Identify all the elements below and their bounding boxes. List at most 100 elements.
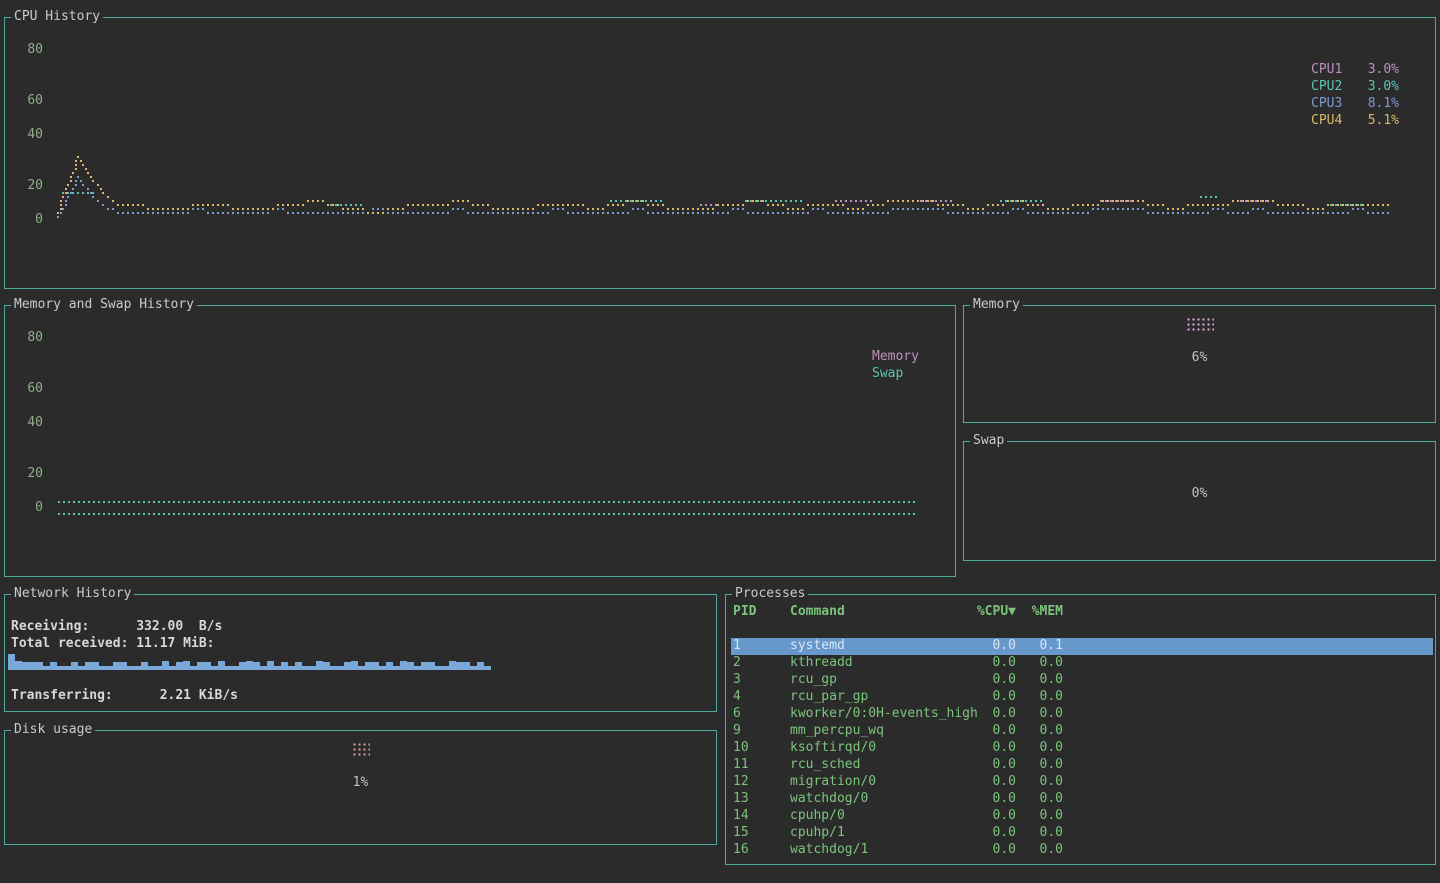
network-sparkline-bar	[183, 661, 190, 670]
process-row[interactable]: 3rcu_gp0.00.0	[731, 672, 1433, 689]
process-pid: 13	[733, 791, 790, 808]
process-row[interactable]: 9mm_percpu_wq0.00.0	[731, 723, 1433, 740]
cpu-legend-item: CPU23.0%	[1311, 78, 1399, 95]
process-mem: 0.1	[1016, 638, 1063, 655]
cpu-legend-label: CPU3	[1311, 95, 1342, 112]
network-sparkline-bar	[246, 661, 253, 670]
y-axis-tick: 60	[11, 382, 43, 396]
cpu-graph-area	[57, 18, 1391, 233]
process-row[interactable]: 11rcu_sched0.00.0	[731, 757, 1433, 774]
process-row[interactable]: 6kworker/0:0H-events_high0.00.0	[731, 706, 1433, 723]
process-row[interactable]: 2kthreadd0.00.0	[731, 655, 1433, 672]
network-sparkline-bar	[99, 666, 106, 670]
memory-gauge-title: Memory	[970, 297, 1023, 312]
process-cpu: 0.0	[975, 791, 1016, 808]
y-axis-tick: 20	[11, 179, 43, 193]
process-row[interactable]: 1systemd0.00.1	[731, 638, 1433, 655]
network-sparkline-bar	[337, 666, 344, 670]
network-sparkline-bar	[442, 666, 449, 670]
process-cpu: 0.0	[975, 808, 1016, 825]
swap-gauge-panel: Swap 0%	[963, 441, 1436, 561]
process-row[interactable]: 14cpuhp/00.00.0	[731, 808, 1433, 825]
network-sparkline-bar	[267, 661, 274, 670]
network-sparkline-bar	[260, 666, 267, 670]
swap-gauge-title: Swap	[970, 433, 1007, 448]
process-mem: 0.0	[1016, 672, 1063, 689]
process-command: mm_percpu_wq	[790, 723, 975, 740]
disk-donut-icon	[352, 742, 370, 756]
process-mem: 0.0	[1016, 791, 1063, 808]
cpu-legend-label: CPU4	[1311, 112, 1342, 129]
network-sparkline-bar	[36, 662, 43, 670]
network-sparkline-bar	[400, 661, 407, 670]
network-sparkline-bar	[435, 666, 442, 670]
memory-legend-label: Swap	[872, 365, 919, 382]
process-pid: 9	[733, 723, 790, 740]
y-axis-tick: 40	[11, 128, 43, 142]
process-mem: 0.0	[1016, 689, 1063, 706]
cpu-legend: CPU13.0%CPU23.0%CPU38.1%CPU45.1%	[1311, 61, 1399, 129]
memory-swap-history-title: Memory and Swap History	[11, 297, 197, 312]
process-cpu: 0.0	[975, 774, 1016, 791]
network-sparkline-bar	[358, 666, 365, 670]
swap-percent: 0%	[964, 486, 1435, 501]
process-pid: 16	[733, 842, 790, 859]
process-row[interactable]: 13watchdog/00.00.0	[731, 791, 1433, 808]
network-sparkline-bar	[428, 662, 435, 670]
memory-percent: 6%	[964, 350, 1435, 365]
network-sparkline-bar	[113, 662, 120, 670]
disk-usage-panel: Disk usage 1%	[4, 730, 717, 845]
network-sparkline-bar	[29, 662, 36, 670]
y-axis-tick: 80	[11, 331, 43, 345]
network-sparkline-bar	[386, 662, 393, 670]
process-row[interactable]: 12migration/00.00.0	[731, 774, 1433, 791]
y-axis-tick: 0	[11, 213, 43, 227]
network-sparkline-bar	[134, 666, 141, 670]
network-sparkline-bar	[85, 662, 92, 670]
column-header-command[interactable]: Command	[790, 604, 975, 621]
process-cpu: 0.0	[975, 638, 1016, 655]
process-pid: 10	[733, 740, 790, 757]
network-sparkline-bar	[344, 662, 351, 670]
cpu-legend-label: CPU1	[1311, 61, 1342, 78]
process-command: rcu_par_gp	[790, 689, 975, 706]
network-sparkline-bar	[372, 662, 379, 670]
network-sparkline-bar	[253, 662, 260, 670]
process-command: kthreadd	[790, 655, 975, 672]
network-sparkline-bar	[295, 662, 302, 670]
processes-title: Processes	[732, 586, 808, 601]
process-cpu: 0.0	[975, 706, 1016, 723]
process-cpu: 0.0	[975, 655, 1016, 672]
memory-swap-history-panel: Memory and Swap History 806040200 Memory…	[4, 305, 956, 577]
process-pid: 15	[733, 825, 790, 842]
network-sparkline-bar	[239, 662, 246, 670]
process-row[interactable]: 4rcu_par_gp0.00.0	[731, 689, 1433, 706]
process-row[interactable]: 16watchdog/10.00.0	[731, 842, 1433, 859]
network-sparkline-bar	[22, 662, 29, 670]
network-sparkline-bar	[8, 654, 15, 670]
processes-panel: Processes PID Command %CPU▼ %MEM 1system…	[725, 594, 1436, 865]
y-axis-tick: 80	[11, 43, 43, 57]
column-header-pid[interactable]: PID	[733, 604, 790, 621]
y-axis-tick: 0	[11, 501, 43, 515]
network-sparkline-bar	[57, 666, 64, 670]
process-command: cpuhp/0	[790, 808, 975, 825]
process-cpu: 0.0	[975, 672, 1016, 689]
network-sparkline-bar	[470, 666, 477, 670]
swap-usage-line	[58, 513, 918, 515]
network-sparkline-bar	[190, 666, 197, 670]
memory-swap-legend: MemorySwap	[872, 348, 919, 382]
network-sparkline-bar	[71, 662, 78, 670]
process-command: migration/0	[790, 774, 975, 791]
column-header-cpu-sorted[interactable]: %CPU▼	[975, 604, 1016, 621]
column-header-mem[interactable]: %MEM	[1016, 604, 1063, 621]
process-table-header: PID Command %CPU▼ %MEM	[731, 604, 1433, 621]
process-row[interactable]: 10ksoftirqd/00.00.0	[731, 740, 1433, 757]
process-command: systemd	[790, 638, 975, 655]
process-row[interactable]: 15cpuhp/10.00.0	[731, 825, 1433, 842]
network-sparkline-bar	[204, 662, 211, 670]
network-sparkline-bar	[225, 666, 232, 670]
network-sparkline-bar	[64, 666, 71, 670]
process-command: rcu_gp	[790, 672, 975, 689]
cpu-legend-label: CPU2	[1311, 78, 1342, 95]
